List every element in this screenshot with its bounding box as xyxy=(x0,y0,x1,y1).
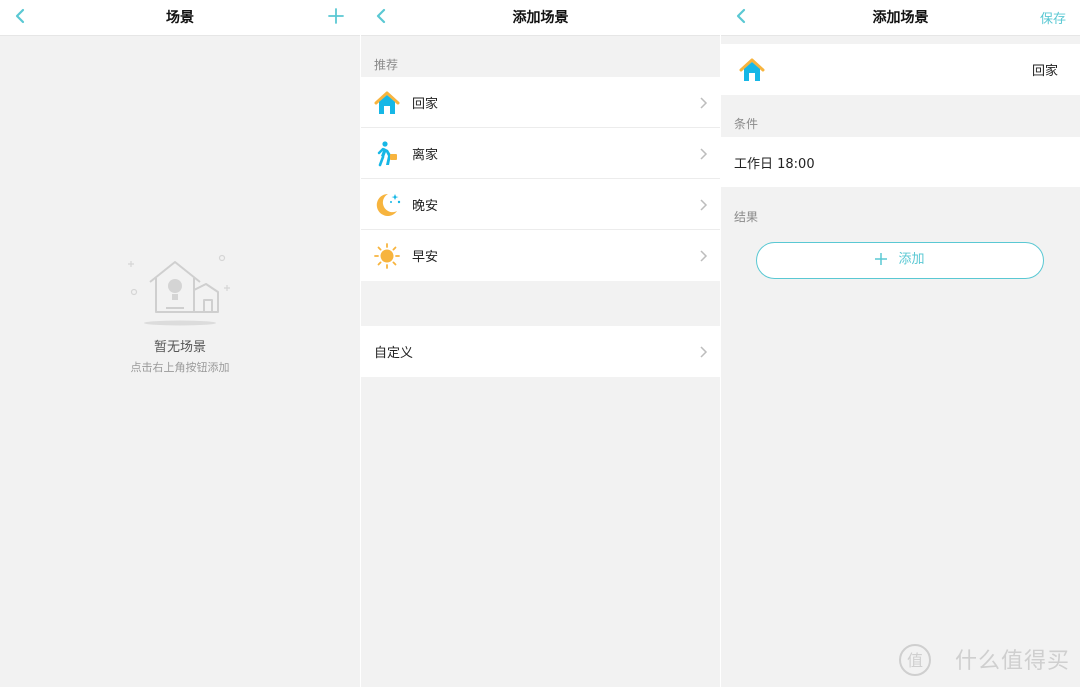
chevron-right-icon xyxy=(700,346,708,358)
list-item-label: 回家 xyxy=(412,97,439,112)
page-title: 场景 xyxy=(166,10,194,26)
moon-icon xyxy=(376,193,401,216)
empty-state: 暂无场景 点击右上角按钮添加 xyxy=(0,250,360,375)
list-item-good-morning[interactable]: 早安 xyxy=(361,230,720,281)
add-scene-panel: 添加场景 推荐 回家 离家 晚安 早安 自定义 xyxy=(361,0,720,687)
home-icon xyxy=(739,58,765,81)
sun-icon xyxy=(374,243,400,269)
condition-value: 工作日 18:00 xyxy=(734,157,815,172)
list-item-leave-home[interactable]: 离家 xyxy=(361,128,720,179)
list-item-label: 晚安 xyxy=(412,199,439,214)
watermark: 值 什么值得买 xyxy=(899,643,1070,676)
custom-list: 自定义 xyxy=(361,326,720,377)
nav-bar: 添加场景 xyxy=(361,0,720,36)
page-title: 添加场景 xyxy=(512,10,569,26)
scene-editor-panel: 添加场景 保存 回家 条件 工作日 18:00 结果 添加 xyxy=(721,0,1080,687)
list-item-label: 自定义 xyxy=(374,346,414,361)
add-scene-plus-icon[interactable] xyxy=(326,5,346,27)
list-item-custom[interactable]: 自定义 xyxy=(361,326,720,377)
empty-house-illustration-icon xyxy=(128,254,230,326)
watermark-text: 什么值得买 xyxy=(954,649,1070,674)
recommended-list: 回家 离家 晚安 早安 xyxy=(361,77,720,281)
list-item-home[interactable]: 回家 xyxy=(361,77,720,128)
scene-name-row[interactable]: 回家 xyxy=(721,44,1080,95)
chevron-right-icon xyxy=(700,250,708,262)
list-item-good-night[interactable]: 晚安 xyxy=(361,179,720,230)
add-result-button[interactable]: 添加 xyxy=(756,242,1044,279)
condition-row[interactable]: 工作日 18:00 xyxy=(721,137,1080,187)
section-label-results: 结果 xyxy=(734,210,759,224)
chevron-right-icon xyxy=(700,148,708,160)
chevron-right-icon xyxy=(700,97,708,109)
empty-title: 暂无场景 xyxy=(153,340,206,355)
walking-person-icon xyxy=(377,141,397,167)
add-result-label: 添加 xyxy=(898,252,925,267)
nav-bar: 场景 xyxy=(0,0,360,36)
list-item-label: 离家 xyxy=(412,148,439,163)
watermark-logo-icon: 值 xyxy=(899,644,931,676)
chevron-right-icon xyxy=(700,199,708,211)
scene-name: 回家 xyxy=(1031,64,1058,79)
nav-bar: 添加场景 保存 xyxy=(721,0,1080,36)
empty-hint: 点击右上角按钮添加 xyxy=(130,361,230,374)
list-item-label: 早安 xyxy=(412,250,439,265)
plus-icon xyxy=(875,252,888,265)
section-label-recommend: 推荐 xyxy=(374,58,399,72)
scenes-panel: 场景 暂无场景 点击右上角按钮添加 xyxy=(0,0,360,687)
home-icon xyxy=(374,91,400,114)
save-button[interactable]: 保存 xyxy=(1040,8,1066,27)
section-label-conditions: 条件 xyxy=(734,117,759,131)
page-title: 添加场景 xyxy=(872,10,929,26)
svg-text:值: 值 xyxy=(907,651,923,670)
